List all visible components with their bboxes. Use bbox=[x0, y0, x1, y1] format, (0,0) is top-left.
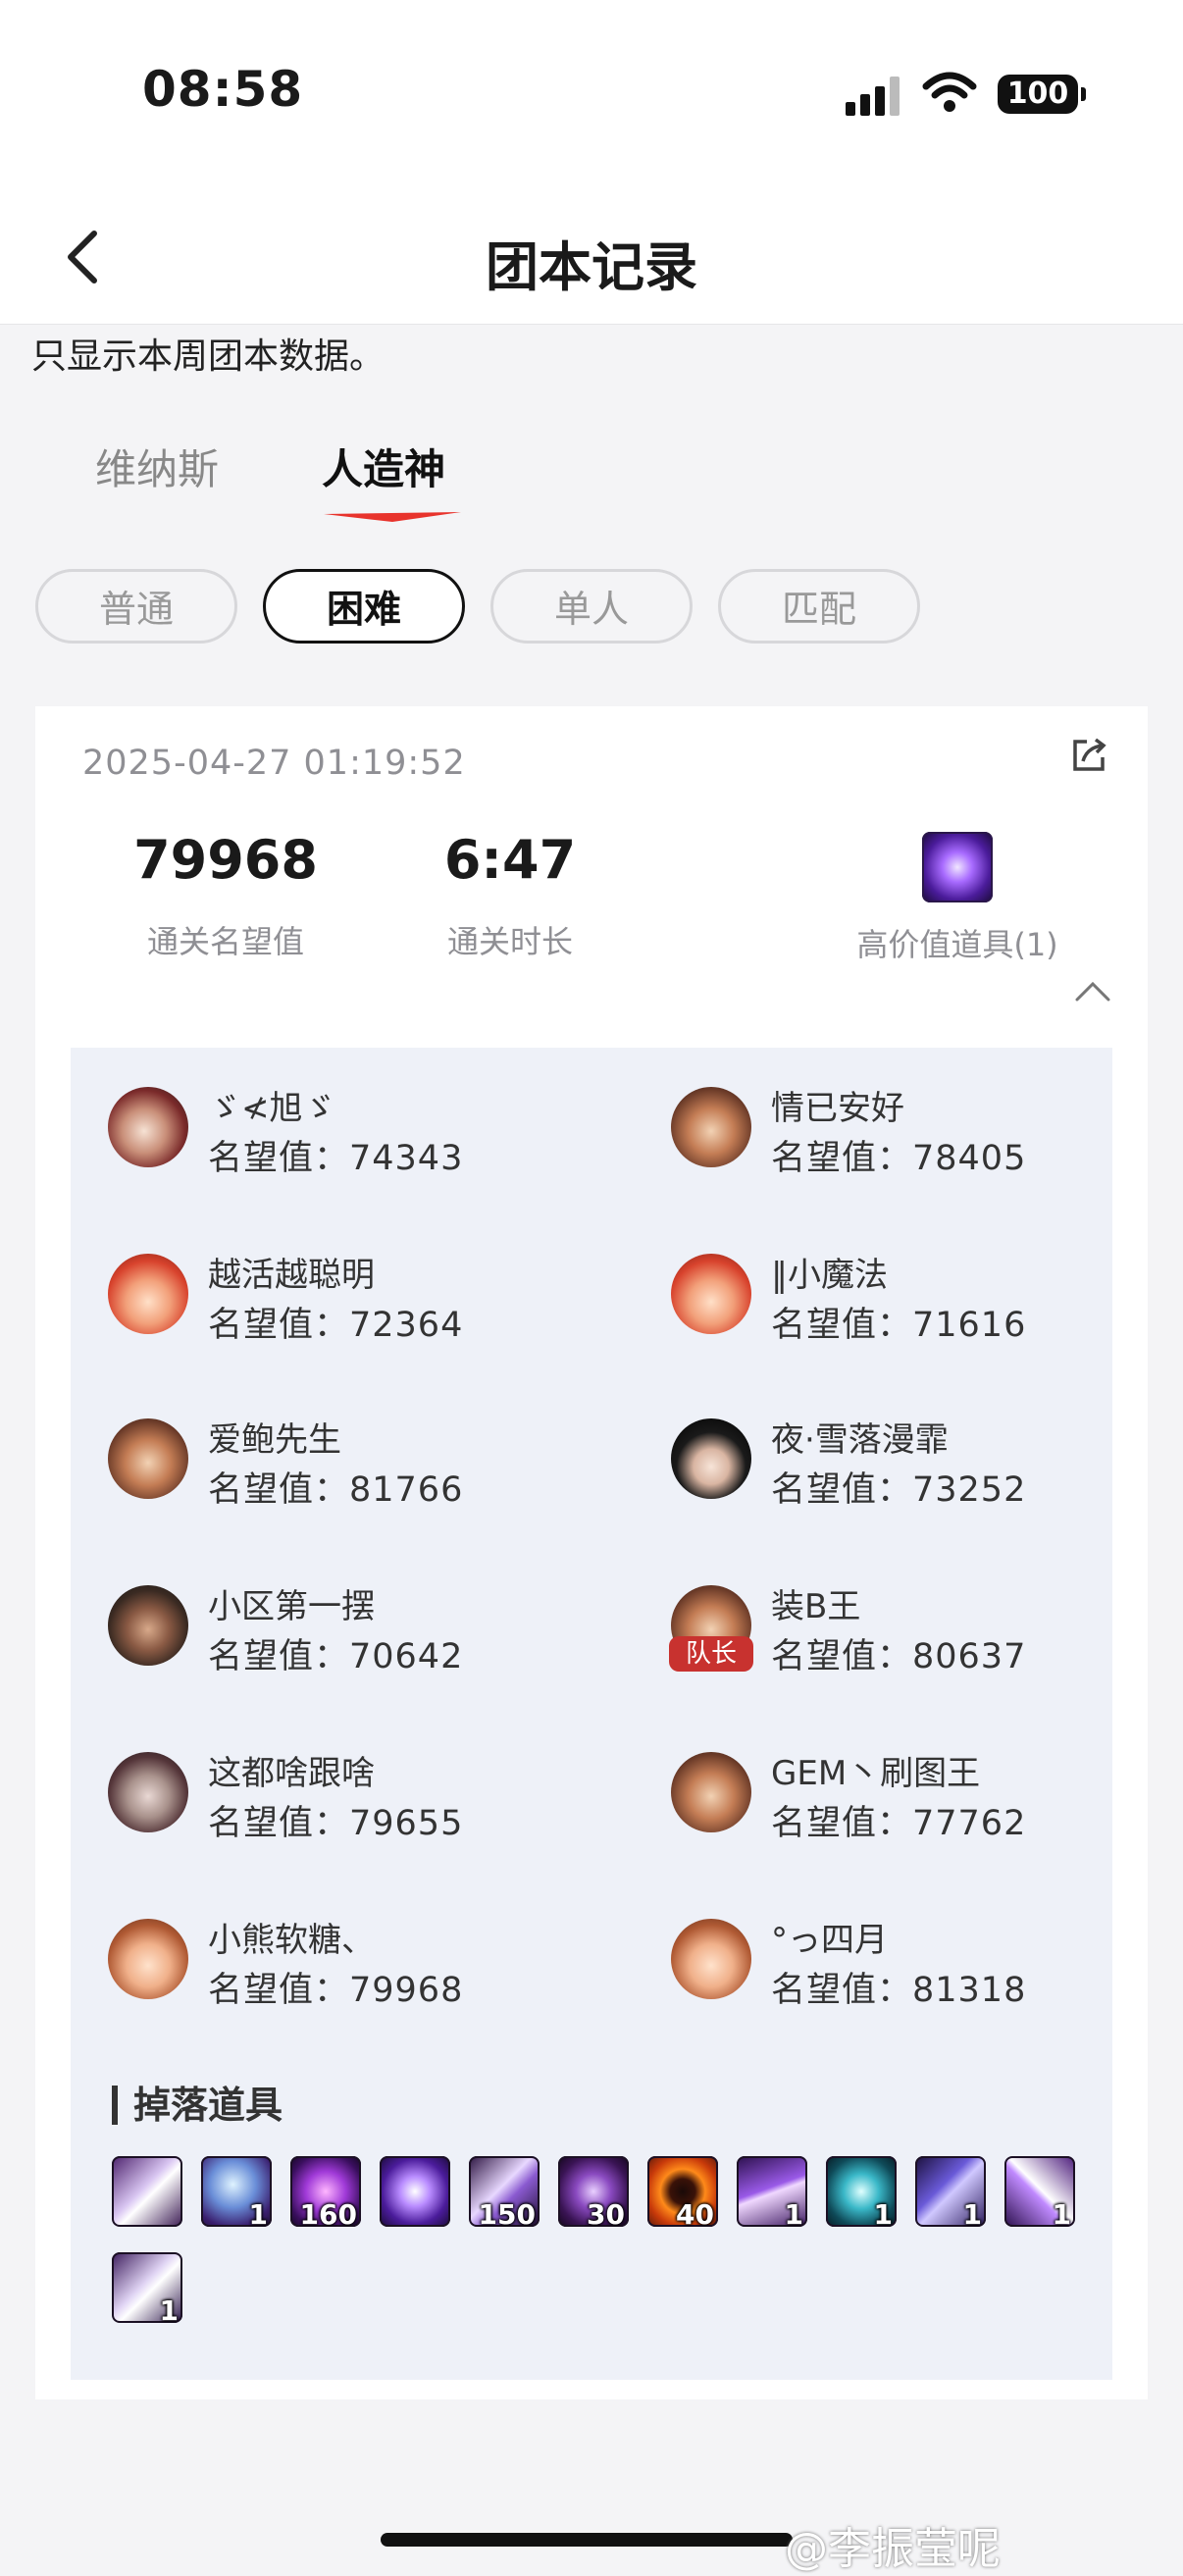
avatar bbox=[108, 1919, 188, 1999]
member-name: 情已安好 bbox=[771, 1089, 904, 1128]
avatar bbox=[671, 1752, 751, 1832]
leader-badge: 队长 bbox=[669, 1636, 753, 1672]
home-indicator bbox=[381, 2533, 793, 2547]
member-name: 小区第一摆 bbox=[208, 1587, 375, 1626]
share-icon[interactable] bbox=[1069, 736, 1108, 775]
member-name: 小熊软糖、 bbox=[208, 1921, 375, 1960]
fame-value: 79968 bbox=[133, 829, 318, 891]
page-title: 团本记录 bbox=[486, 236, 697, 298]
member-item[interactable]: 小区第一摆 名望值：70642 bbox=[108, 1585, 598, 1703]
tab-venus[interactable]: 维纳斯 bbox=[95, 437, 219, 496]
wifi-icon bbox=[922, 72, 977, 112]
raid-record-card: 2025-04-27 01:19:52 79968 通关名望值 6:47 通关时… bbox=[35, 706, 1148, 2399]
avatar bbox=[671, 1254, 751, 1334]
active-tab-indicator bbox=[324, 512, 461, 522]
drop-item[interactable] bbox=[380, 2156, 450, 2227]
status-time: 08:58 bbox=[142, 61, 304, 118]
member-fame: 名望值：71616 bbox=[771, 1306, 1027, 1345]
member-item[interactable]: 队长 装Β王 名望值：80637 bbox=[669, 1585, 1161, 1703]
member-fame: 名望值：79655 bbox=[208, 1804, 464, 1843]
avatar bbox=[671, 1919, 751, 1999]
watermark: @李振莹呢 bbox=[785, 2524, 1001, 2574]
drop-item[interactable]: 1 bbox=[826, 2156, 897, 2227]
drop-item-count: 1 bbox=[248, 2198, 268, 2227]
drop-item[interactable]: 160 bbox=[290, 2156, 361, 2227]
drop-item[interactable]: 1 bbox=[201, 2156, 272, 2227]
member-item[interactable]: GEM丶刷图王 名望值：77762 bbox=[671, 1752, 1161, 1870]
avatar bbox=[108, 1254, 188, 1334]
drop-item-count: 1 bbox=[962, 2198, 982, 2227]
drop-item[interactable]: 1 bbox=[915, 2156, 986, 2227]
drop-item-count: 1 bbox=[1052, 2198, 1071, 2227]
duration-label: 通关时长 bbox=[446, 923, 573, 960]
filter-solo[interactable]: 单人 bbox=[490, 569, 693, 644]
member-fame: 名望值：70642 bbox=[208, 1637, 464, 1676]
avatar bbox=[671, 1418, 751, 1499]
member-item[interactable]: 夜·雪落漫霏 名望值：73252 bbox=[671, 1418, 1161, 1536]
member-item[interactable]: °っ四月 名望值：81318 bbox=[671, 1919, 1161, 2036]
high-value-item-icon[interactable] bbox=[922, 832, 993, 902]
fame-label: 通关名望值 bbox=[146, 923, 304, 960]
member-fame: 名望值：81766 bbox=[208, 1470, 464, 1510]
avatar bbox=[108, 1752, 188, 1832]
member-name: ‖小魔法 bbox=[771, 1256, 888, 1295]
member-fame: 名望值：78405 bbox=[771, 1139, 1027, 1178]
week-notice: 只显示本周团本数据。 bbox=[31, 336, 386, 377]
drop-item-count: 1 bbox=[784, 2198, 803, 2227]
cellular-signal-icon bbox=[846, 75, 900, 116]
member-fame: 名望值：80637 bbox=[771, 1637, 1027, 1676]
drop-item[interactable]: 1 bbox=[112, 2252, 182, 2323]
nav-bar: 团本记录 bbox=[0, 186, 1183, 325]
drops-title: 掉落道具 bbox=[112, 2086, 283, 2125]
member-item[interactable]: ゞ≮旭ゞ 名望值：74343 bbox=[108, 1087, 598, 1205]
member-item[interactable]: 越活越聪明 名望值：72364 bbox=[108, 1254, 598, 1371]
member-fame: 名望值：73252 bbox=[771, 1470, 1027, 1510]
member-fame: 名望值：81318 bbox=[771, 1971, 1027, 2010]
member-name: 夜·雪落漫霏 bbox=[771, 1420, 949, 1460]
avatar bbox=[108, 1418, 188, 1499]
member-name: 装Β王 bbox=[771, 1587, 861, 1626]
member-name: GEM丶刷图王 bbox=[771, 1754, 981, 1793]
member-name: 爱鲍先生 bbox=[208, 1420, 341, 1460]
drop-item-count: 1 bbox=[873, 2198, 893, 2227]
tab-artificial-god[interactable]: 人造神 bbox=[322, 437, 445, 496]
avatar bbox=[108, 1087, 188, 1167]
high-value-label: 高价值道具(1) bbox=[856, 926, 1058, 963]
member-item[interactable]: ‖小魔法 名望值：71616 bbox=[671, 1254, 1161, 1371]
member-item[interactable]: 爱鲍先生 名望值：81766 bbox=[108, 1418, 598, 1536]
status-bar: 08:58 100 bbox=[0, 0, 1183, 186]
member-name: 越活越聪明 bbox=[208, 1256, 375, 1295]
drop-item-count: 150 bbox=[478, 2198, 536, 2227]
chevron-up-icon[interactable] bbox=[1073, 976, 1112, 1005]
drop-item[interactable]: 1 bbox=[737, 2156, 807, 2227]
filter-normal[interactable]: 普通 bbox=[35, 569, 237, 644]
member-name: ゞ≮旭ゞ bbox=[208, 1089, 336, 1128]
drop-item[interactable]: 40 bbox=[647, 2156, 718, 2227]
drop-item-count: 30 bbox=[587, 2198, 625, 2227]
duration-value: 6:47 bbox=[443, 829, 577, 891]
member-fame: 名望值：74343 bbox=[208, 1139, 464, 1178]
member-name: °っ四月 bbox=[771, 1921, 888, 1960]
avatar bbox=[671, 1087, 751, 1167]
record-timestamp: 2025-04-27 01:19:52 bbox=[82, 744, 466, 783]
drop-item[interactable]: 30 bbox=[558, 2156, 629, 2227]
drop-item[interactable] bbox=[112, 2156, 182, 2227]
drop-item-count: 40 bbox=[676, 2198, 714, 2227]
member-fame: 名望值：79968 bbox=[208, 1971, 464, 2010]
member-fame: 名望值：72364 bbox=[208, 1306, 464, 1345]
battery-icon: 100 bbox=[998, 75, 1086, 114]
drop-item-count: 1 bbox=[159, 2294, 179, 2323]
filter-match[interactable]: 匹配 bbox=[718, 569, 920, 644]
drop-item[interactable]: 150 bbox=[469, 2156, 540, 2227]
filter-hard[interactable]: 困难 bbox=[263, 569, 465, 644]
avatar bbox=[108, 1585, 188, 1666]
member-item[interactable]: 小熊软糖、 名望值：79968 bbox=[108, 1919, 598, 2036]
member-fame: 名望值：77762 bbox=[771, 1804, 1027, 1843]
member-name: 这都啥跟啥 bbox=[208, 1754, 375, 1793]
drop-item[interactable]: 1 bbox=[1004, 2156, 1075, 2227]
party-members-panel: ゞ≮旭ゞ 名望值：74343 情已安好 名望值：78405 越活越聪明 名望值：… bbox=[71, 1048, 1112, 2380]
member-item[interactable]: 这都啥跟啥 名望值：79655 bbox=[108, 1752, 598, 1870]
drop-item-count: 160 bbox=[299, 2198, 357, 2227]
member-item[interactable]: 情已安好 名望值：78405 bbox=[671, 1087, 1161, 1205]
